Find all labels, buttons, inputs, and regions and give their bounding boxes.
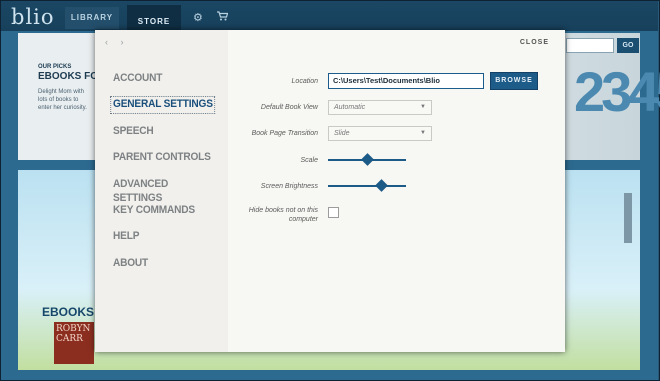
settings-dialog: ‹ › ACCOUNT GENERAL SETTINGS SPEECH PARE… <box>95 30 565 352</box>
brightness-slider-handle[interactable] <box>374 179 388 192</box>
settings-menu: ACCOUNT GENERAL SETTINGS SPEECH PARENT C… <box>110 71 228 282</box>
forward-arrow-icon[interactable]: › <box>121 37 124 47</box>
page-transition-select[interactable]: Slide ▼ <box>328 126 432 141</box>
top-bar: blio LIBRARY STORE ⚙ <box>1 1 658 32</box>
brightness-label: Screen Brightness <box>260 183 318 190</box>
promo-graphic-numbers: 2345 <box>574 60 660 123</box>
scale-label: Scale <box>300 157 318 164</box>
brightness-slider[interactable] <box>328 179 406 192</box>
hide-books-label: Hide books not on this computer <box>248 207 318 223</box>
page-transition-label: Book Page Transition <box>251 130 318 137</box>
hide-books-checkbox[interactable] <box>328 207 339 218</box>
location-label: Location <box>291 78 318 85</box>
book-view-label: Default Book View <box>260 104 318 111</box>
menu-item-help[interactable]: HELP <box>113 229 219 255</box>
book-view-select[interactable]: Automatic ▼ <box>328 100 432 115</box>
search-input[interactable] <box>566 38 614 53</box>
location-field[interactable]: C:\Users\Test\Documents\Blio <box>328 73 484 89</box>
chevron-down-icon: ▼ <box>420 104 426 110</box>
scale-slider-handle[interactable] <box>360 153 374 166</box>
tab-library[interactable]: LIBRARY <box>65 7 119 29</box>
cart-icon[interactable] <box>217 11 229 24</box>
book-cover[interactable]: ROBYN CARR <box>54 322 94 364</box>
go-button[interactable]: GO <box>617 38 639 53</box>
logo: blio <box>11 5 55 29</box>
close-dialog-button[interactable]: CLOSE <box>520 39 549 46</box>
settings-panel: CLOSE Location C:\Users\Test\Documents\B… <box>228 30 565 352</box>
promo-blurb: Delight Mom with lots of books to enter … <box>38 89 87 111</box>
back-arrow-icon[interactable]: ‹ <box>105 37 108 47</box>
tab-store[interactable]: STORE <box>127 5 181 32</box>
carousel-scroll[interactable] <box>624 193 632 243</box>
history-nav: ‹ › <box>105 37 134 47</box>
scale-slider[interactable] <box>328 153 406 166</box>
gear-icon[interactable]: ⚙ <box>193 11 203 24</box>
menu-item-about[interactable]: ABOUT <box>113 256 219 282</box>
browse-button[interactable]: BROWSE <box>490 72 538 90</box>
chevron-down-icon: ▼ <box>420 130 426 136</box>
